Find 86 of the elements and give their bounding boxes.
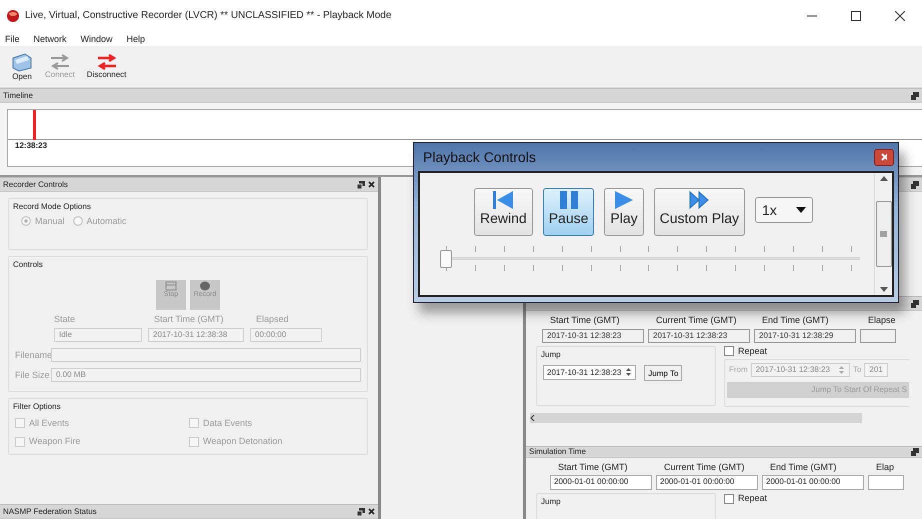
checkbox[interactable] — [724, 346, 734, 356]
text-field[interactable] — [860, 328, 896, 343]
text-field[interactable]: 2017-10-31 12:38:29 — [754, 328, 856, 343]
stop-icon — [165, 280, 177, 291]
field-label: Elapse — [868, 315, 896, 326]
grip-icon — [880, 231, 887, 237]
float-icon[interactable] — [911, 448, 919, 456]
field-label: Start Time (GMT) — [154, 314, 224, 324]
playback-button[interactable]: Custom Play — [654, 188, 745, 236]
text-field[interactable]: 2000-01-01 00:00:00 — [656, 475, 758, 490]
checkbox-label: Weapon Fire — [29, 436, 80, 448]
checkbox-label: Repeat — [738, 493, 768, 504]
arrows-icon — [48, 54, 71, 70]
folder-icon — [11, 52, 33, 72]
horizontal-scrollbar[interactable] — [530, 412, 862, 423]
scroll-left-icon[interactable] — [530, 414, 535, 421]
text-field[interactable] — [868, 475, 904, 490]
spinner-icon[interactable] — [625, 367, 632, 378]
checkbox[interactable] — [724, 494, 734, 504]
float-icon[interactable] — [911, 180, 919, 188]
record-icon — [199, 280, 211, 291]
group-title: Controls — [13, 260, 43, 270]
maximize-icon[interactable] — [851, 11, 861, 21]
field-label: Filename — [15, 350, 51, 361]
field-label: Start Time (GMT) — [550, 315, 620, 326]
time-label: 12:38:23 — [15, 141, 48, 150]
panel-title: Recorder Controls — [3, 180, 68, 190]
pause-icon — [558, 190, 580, 210]
playback-button[interactable]: Play — [604, 188, 644, 236]
field-label: From — [729, 364, 748, 374]
checkbox-label: All Events — [29, 418, 70, 428]
float-icon[interactable] — [911, 92, 919, 100]
caret-icon — [796, 207, 806, 213]
field-label: End Time (GMT) — [762, 315, 830, 326]
group-title: Record Mode Options — [13, 202, 91, 212]
field-label: To — [852, 364, 862, 374]
speed-dropdown[interactable]: 1x — [755, 197, 813, 223]
window-title: Live, Virtual, Constructive Recorder (LVCR) ** UNCLASSIFIED ** - Playback Mode — [25, 10, 392, 22]
play-icon — [613, 190, 636, 210]
menu-item[interactable]: Network — [34, 34, 67, 44]
playback-button[interactable]: Pause — [542, 188, 594, 236]
radio-label: Manual — [35, 216, 65, 226]
panel-title: Simulation Time — [529, 447, 586, 457]
field-label: Start Time (GMT) — [558, 462, 628, 472]
text-field[interactable]: 2000-01-01 00:00:00 — [762, 475, 864, 490]
close-button[interactable] — [874, 148, 894, 166]
slider-thumb[interactable] — [440, 250, 452, 268]
vertical-scrollbar[interactable] — [874, 173, 892, 295]
dialog-title: Playback Controls — [423, 148, 536, 166]
jump-button[interactable]: Jump To — [644, 365, 682, 382]
radio-label: Automatic — [86, 216, 127, 226]
rewind-icon — [492, 190, 514, 210]
field-label: Elapsed — [256, 314, 290, 324]
date-spinner[interactable]: 2017-10-31 12:38:23 — [543, 364, 636, 380]
panel-title: NASMP Federation Status — [3, 506, 97, 516]
scrollbar-thumb[interactable] — [876, 201, 892, 267]
close-icon — [881, 153, 887, 161]
toolbar-button[interactable]: Open — [8, 50, 36, 84]
playback-button[interactable]: Rewind — [474, 188, 533, 236]
float-icon[interactable] — [911, 300, 919, 308]
text-field[interactable]: 2017-10-31 12:38:23 — [542, 328, 644, 343]
checkbox-label: Weapon Detonation — [203, 436, 282, 448]
arrows-icon — [96, 54, 118, 70]
field-label: Current Time (GMT) — [664, 462, 746, 472]
fast-forward-icon — [688, 190, 710, 210]
time-marker[interactable] — [33, 110, 36, 140]
field-label: File Size — [15, 370, 51, 381]
field-label: Current Time (GMT) — [656, 315, 738, 326]
checkbox-label: Repeat — [738, 346, 768, 357]
group-title: Jump — [541, 350, 561, 360]
checkbox-label: Data Events — [203, 418, 252, 428]
record-app-icon — [6, 9, 20, 23]
close-icon[interactable] — [895, 11, 905, 21]
group-title: Jump — [541, 497, 561, 507]
field-label: End Time (GMT) — [770, 462, 838, 472]
group-title: Filter Options — [13, 402, 61, 412]
panel-title: Timeline — [3, 90, 33, 100]
menu-item[interactable]: Help — [126, 34, 146, 44]
menu-item[interactable]: File — [5, 34, 20, 44]
menu-item[interactable]: Window — [80, 34, 113, 44]
text-field[interactable]: 2000-01-01 00:00:00 — [550, 475, 652, 490]
text-field[interactable]: 2017-10-31 12:38:23 — [648, 328, 750, 343]
toolbar-button[interactable]: Disconnect — [84, 52, 130, 82]
scroll-down-icon[interactable] — [880, 287, 888, 292]
field-label: Elap — [876, 462, 896, 472]
field-label: State — [54, 314, 76, 324]
